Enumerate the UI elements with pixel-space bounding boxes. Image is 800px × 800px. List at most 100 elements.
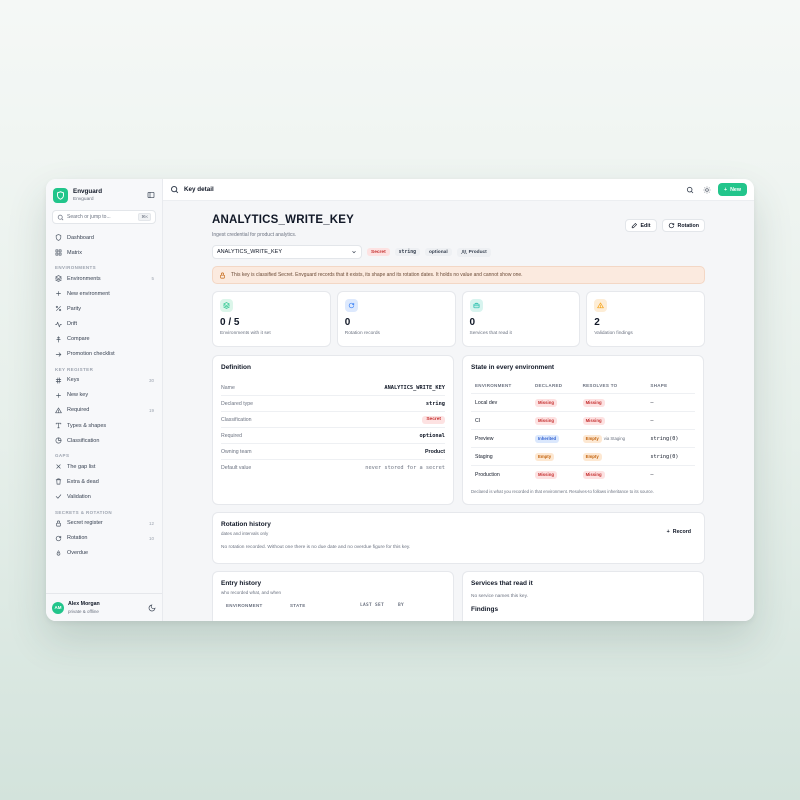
declared-badge: Inherited <box>534 434 560 443</box>
findings-title: Findings <box>471 606 499 613</box>
sidebar-item-label: Extra & dead <box>67 478 99 485</box>
shape-value: string(0) <box>646 429 695 448</box>
flame-icon <box>55 549 62 557</box>
sidebar-item-label: Promotion checklist <box>67 351 115 358</box>
required-tag: optional <box>425 248 452 256</box>
new-button-label: New <box>730 186 741 193</box>
definition-key: Classification <box>221 416 252 423</box>
sidebar-item-label: Parity <box>67 305 82 312</box>
rotation-button[interactable]: Rotation <box>661 219 705 232</box>
sidebar-item-label: New key <box>67 392 89 399</box>
sidebar-item-the-gap-list[interactable]: The gap list <box>46 459 162 474</box>
moon-icon[interactable] <box>148 599 156 617</box>
sidebar-item-new-environment[interactable]: New environment <box>46 286 162 301</box>
rotation-sub: dates and intervals only <box>221 531 269 536</box>
stat-label: Services that read it <box>469 331 512 336</box>
trash-icon <box>55 478 62 485</box>
sidebar-item-rotation[interactable]: Rotation 10 <box>46 531 162 546</box>
state-column-header: RESOLVES TO <box>578 383 647 394</box>
shape-value: – <box>646 393 695 412</box>
services-empty: No service names this key. <box>471 594 528 599</box>
sidebar-item-promotion-checklist[interactable]: Promotion checklist <box>46 347 162 362</box>
sidebar-item-required[interactable]: Required 19 <box>46 403 162 418</box>
rotation-label: Rotation <box>677 222 699 229</box>
shape-value: – <box>646 411 695 430</box>
sidebar-item-drift[interactable]: Drift <box>46 316 162 331</box>
sidebar-section-title: SECRETS & ROTATION <box>55 509 113 515</box>
sidebar-item-classification[interactable]: Classification <box>46 433 162 448</box>
rotation-card: Rotation history dates and intervals onl… <box>212 512 705 564</box>
stat-value: 2 <box>594 317 600 328</box>
type-icon <box>55 422 62 429</box>
table-row[interactable]: Production Missing Missing – <box>471 466 695 484</box>
edit-label: Edit <box>640 222 651 229</box>
sidebar-item-label: Keys <box>67 377 80 384</box>
sidebar-toggle-icon[interactable] <box>146 191 155 200</box>
sidebar-item-parity[interactable]: Parity <box>46 301 162 316</box>
sidebar-item-types-shapes[interactable]: Types & shapes <box>46 418 162 433</box>
sidebar-item-dashboard[interactable]: Dashboard <box>46 230 162 245</box>
state-column-header: ENVIRONMENT <box>471 383 531 394</box>
table-row[interactable]: CI Missing Missing – <box>471 411 695 430</box>
classification-tag: Secret <box>367 248 390 256</box>
sidebar-item-secret-register[interactable]: Secret register 12 <box>46 516 162 531</box>
stat-label: Rotation records <box>344 331 380 336</box>
sidebar: Envguard Envguard Search or jump to... ⌘… <box>46 179 163 621</box>
services-card: Services that read it No service names t… <box>462 571 704 621</box>
brand-name: Envguard <box>73 188 103 195</box>
record-button[interactable]: + Record <box>661 525 696 538</box>
new-button[interactable]: + New <box>718 183 747 196</box>
stat-value: 0 <box>344 317 351 328</box>
layers-icon <box>220 299 233 312</box>
record-label: Record <box>672 528 691 535</box>
definition-title: Definition <box>221 364 251 371</box>
entry-column-header: STATE <box>290 603 306 608</box>
definition-value: ANALYTICS_WRITE_KEY <box>384 384 445 391</box>
sidebar-item-environments[interactable]: Environments 5 <box>46 271 162 286</box>
sidebar-item-label: Classification <box>67 437 100 444</box>
type-tag: string <box>394 248 420 256</box>
user-profile[interactable]: AM Alex Morgan private & offline <box>46 593 162 621</box>
env-name: Production <box>475 471 500 478</box>
env-name: Local dev <box>471 393 531 412</box>
edit-button[interactable]: Edit <box>624 219 657 232</box>
definition-card: Definition Name ANALYTICS_WRITE_KEY Declar… <box>212 355 454 505</box>
sidebar-item-count: 12 <box>148 520 154 526</box>
search-input[interactable]: Search or jump to... ⌘K <box>52 210 156 224</box>
sidebar-item-keys[interactable]: Keys 30 <box>46 373 162 388</box>
stat-card: 0 / 5 Environments with it set <box>212 291 331 347</box>
sidebar-item-compare[interactable]: Compare <box>46 332 162 347</box>
sidebar-item-label: Matrix <box>67 249 82 256</box>
layers-icon <box>55 275 62 282</box>
sidebar-item-extra-dead[interactable]: Extra & dead <box>46 474 162 489</box>
sidebar-section-title: GAPS <box>55 453 70 459</box>
sidebar-item-new-key[interactable]: New key <box>46 388 162 403</box>
definition-key: Required <box>221 432 243 439</box>
definition-row: Name ANALYTICS_WRITE_KEY <box>221 380 445 396</box>
sidebar-item-label: Dashboard <box>67 234 94 241</box>
definition-row: Classification Secret <box>221 412 445 428</box>
sidebar-item-label: Compare <box>67 336 90 343</box>
rotation-empty: No rotation recorded. Without one there … <box>221 545 411 550</box>
notice-text: This key is classified Secret. Envguard … <box>231 272 523 278</box>
secret-notice: This key is classified Secret. Envguard … <box>212 266 705 284</box>
team-tag: Product <box>456 247 491 257</box>
resolves-badge: Missing <box>582 470 605 479</box>
table-row[interactable]: Staging Empty Empty string(0) <box>471 447 695 466</box>
stat-card: 0 Rotation records <box>336 291 456 347</box>
search-icon <box>57 214 64 220</box>
key-select[interactable]: ANALYTICS_WRITE_KEY <box>212 245 362 259</box>
entry-column-header: LAST SET <box>360 603 385 608</box>
stats-row: 0 / 5 Environments with it set 0 Rotation r… <box>212 291 705 347</box>
table-row[interactable]: Local dev Missing Missing – <box>471 393 695 412</box>
entry-column-header: ENVIRONMENT <box>226 603 263 608</box>
sidebar-item-overdue[interactable]: Overdue <box>46 546 162 561</box>
search-button-icon[interactable] <box>684 184 696 196</box>
env-name: Preview <box>471 429 531 448</box>
sun-icon[interactable] <box>701 184 713 196</box>
sidebar-item-validation[interactable]: Validation <box>46 489 162 504</box>
definition-key: Declared type <box>221 400 254 407</box>
chevron-down-icon <box>352 251 356 254</box>
sidebar-item-matrix[interactable]: Matrix <box>46 245 162 260</box>
table-row[interactable]: Preview Inherited Empty via Staging string(0… <box>471 429 695 448</box>
